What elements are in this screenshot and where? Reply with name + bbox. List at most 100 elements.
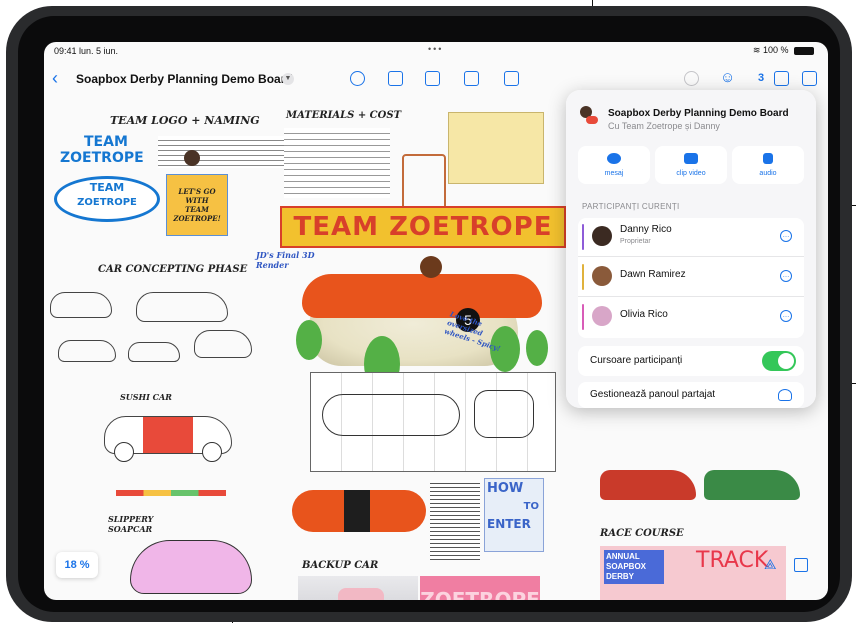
more-options-icon[interactable]: … [780,270,792,282]
race-car-wheel-front-left [296,320,322,360]
sushi-car-wheel-2 [202,442,222,462]
sushi-car-wheel-1 [114,442,134,462]
sketch-car-5 [194,330,252,358]
team-badge-text-1: TEAM [89,181,125,194]
to-text: TO [523,501,539,512]
participant-row[interactable]: Olivia Rico … [578,298,804,336]
participant-cursors-label: Cursoare participanți [590,355,683,366]
team-logo-text-2: ZOETROPE [60,150,144,166]
manage-shared-board-button[interactable]: Gestionează panoul partajat [578,382,804,408]
team-badge-text-2: ZOETROPE [77,197,137,208]
video-call-button[interactable]: clip video [655,146,727,184]
video-icon [684,153,698,164]
bottom-tools: ⟁ [758,550,818,580]
sticky-note-icon[interactable] [388,71,403,86]
team-logo-heading: TEAM LOGO + NAMING [110,114,260,127]
team-badge-logo: TEAM ZOETROPE [54,176,160,222]
more-options-icon[interactable]: … [780,310,792,322]
soapcar-sketch [130,540,252,594]
participant-row[interactable]: Dawn Ramirez … [578,258,804,297]
blueprint-front-profile [474,390,534,438]
message-label: mesaj [604,170,624,177]
current-participants-label: PARTICIPANȚI CURENȚI [582,202,680,211]
slippery-soapcar-heading: SLIPPERY SOAPCAR [108,514,154,534]
panel-board-subtitle: Cu Team Zoetrope și Danny [608,121,720,131]
fit-to-screen-icon[interactable] [794,558,808,572]
connector-icon[interactable]: ⟁ [764,556,777,573]
go-kart-sketch-2 [704,470,800,500]
race-car-driver [420,256,442,278]
pen-tool-icon[interactable] [350,71,365,86]
message-button[interactable]: mesaj [578,146,650,184]
collaborator-count: 3 [758,72,765,84]
more-options-icon[interactable]: … [780,230,792,242]
text-box-icon[interactable] [464,71,479,86]
participant-role: Proprietar [620,238,651,245]
decision-sticky-note[interactable]: LET'S GO WITH TEAM ZOETROPE! [166,174,228,236]
toggle-knob [778,353,794,369]
cost-table [448,112,544,184]
participant-cursors-row: Cursoare participanți [578,346,804,376]
message-icon [607,153,621,164]
board-title[interactable]: Soapbox Derby Planning Demo Board [76,72,293,86]
participant-color-bar [582,304,584,330]
team-zoetrope-banner: TEAM ZOETROPE [280,206,566,248]
phone-icon [763,153,773,164]
team-logo-text-1: TEAM [84,134,128,150]
banner-text: TEAM ZOETROPE [293,212,553,242]
manage-shared-board-label: Gestionează panoul partajat [590,389,716,400]
participant-name: Danny Rico [620,224,672,235]
undo-icon[interactable] [684,71,699,86]
audio-call-button[interactable]: audio [732,146,804,184]
materials-cost-heading: MATERIALS + COST [286,110,402,121]
person-settings-icon [778,389,792,401]
participant-name: Olivia Rico [620,309,668,320]
sketch-car-2 [136,292,228,322]
share-icon[interactable] [774,71,789,86]
annual-derby-badge: ANNUAL SOAPBOX DERBY [604,550,664,584]
panel-board-title: Soapbox Derby Planning Demo Board [608,108,789,119]
logo-note-lines [158,136,288,168]
how-to-enter-card: HOW TO ENTER [484,478,544,552]
orange-car-stripe [344,490,370,532]
board-thumbnail-icon [578,106,598,126]
battery-icon [794,46,814,55]
status-time: 09:41 lun. 5 iun. [54,46,119,56]
final-3d-render-label: JD's Final 3D Render [256,250,315,270]
collaborators-icon[interactable]: ☺ [720,69,735,86]
zoom-level-button[interactable]: 18 % [56,552,98,578]
avatar [592,266,612,286]
new-board-icon[interactable] [802,71,817,86]
backup-car-photo-2: ZOETROPE [420,576,540,600]
avatar [592,226,612,246]
race-car-render-shell [302,274,542,318]
sticky-note-text: LET'S GO WITH TEAM ZOETROPE! [173,187,221,223]
participant-cursors-toggle[interactable] [762,351,796,371]
sketch-car-1 [50,292,112,318]
wifi-icon: ≋ [752,45,761,55]
participant-color-bar [582,224,584,250]
how-text: HOW [487,481,524,496]
sushi-car-heading: SUSHI CAR [120,392,172,402]
backup-car-photo-1-car [338,588,384,600]
participant-name: Dawn Ramirez [620,269,686,280]
participant-row[interactable]: Danny Rico Proprietar … [578,218,804,257]
multitasking-dots[interactable]: ••• [428,44,443,54]
back-button[interactable]: ‹ [52,68,58,89]
avatar [592,306,612,326]
car-concepting-heading: CAR CONCEPTING PHASE [98,264,248,275]
sketch-car-3 [58,340,116,362]
chevron-down-icon[interactable]: ▼ [282,73,294,85]
status-bar: 09:41 lun. 5 iun. ••• ≋ 100 % [44,42,828,58]
collaborator-avatar [184,150,200,166]
status-right: ≋ 100 % [753,45,814,56]
freeform-screen: 09:41 lun. 5 iun. ••• ≋ 100 % ‹ Soapbox … [44,42,828,600]
backup-logo-text: ZOETROPE [420,588,540,600]
shapes-icon[interactable] [425,71,440,86]
video-label: clip video [676,170,706,177]
materials-notes [284,128,390,198]
participants-list: Danny Rico Proprietar … Dawn Ramirez … O… [578,218,804,338]
enter-text: ENTER [487,517,531,531]
media-icon[interactable] [504,71,519,86]
article-clipping [430,480,480,560]
